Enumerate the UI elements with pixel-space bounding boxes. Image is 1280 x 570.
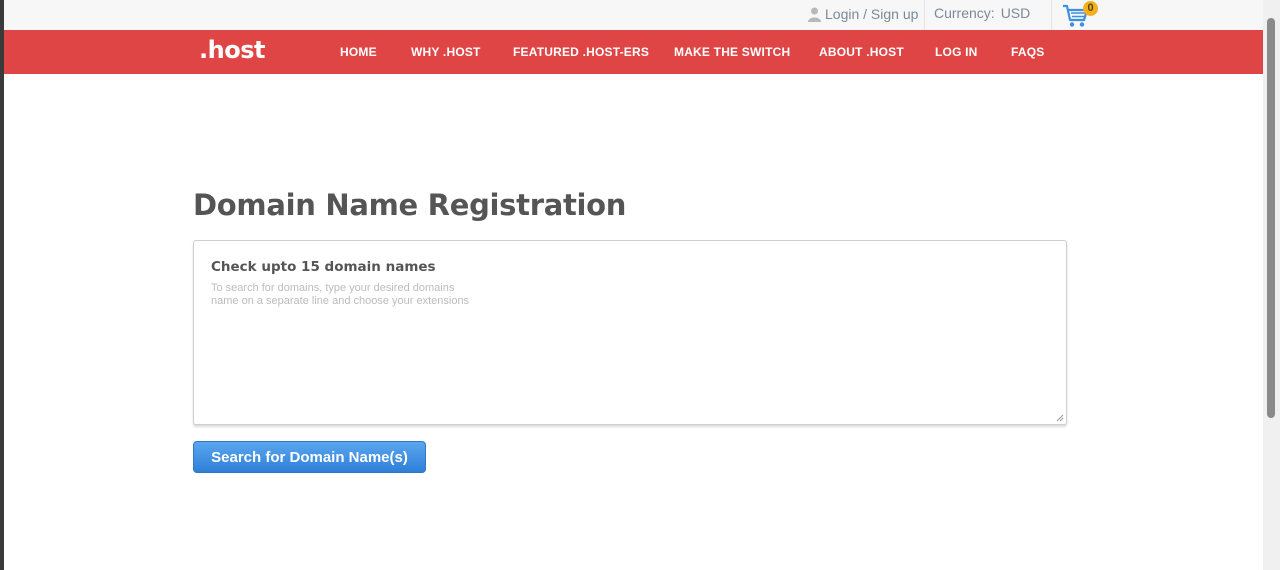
divider: [1051, 0, 1052, 30]
nav-log-in[interactable]: LOG IN: [935, 45, 978, 59]
login-signup-label: Login / Sign up: [825, 6, 919, 22]
user-icon: [808, 7, 821, 22]
currency-value: USD: [1000, 5, 1031, 21]
nav-faqs[interactable]: FAQS: [1011, 45, 1044, 59]
resize-handle-icon[interactable]: [1056, 414, 1064, 422]
cart-count-badge: 0: [1083, 1, 1098, 16]
nav-home[interactable]: HOME: [340, 45, 377, 59]
nav-make-the-switch[interactable]: MAKE THE SWITCH: [674, 45, 790, 59]
top-utility-bar: Login / Sign up Currency: USD 0: [4, 0, 1263, 30]
login-signup-link[interactable]: Login / Sign up: [808, 5, 918, 23]
search-domains-button[interactable]: Search for Domain Name(s): [193, 441, 426, 473]
domain-names-textarea[interactable]: Check upto 15 domain names To search for…: [193, 240, 1067, 425]
nav-about-host[interactable]: ABOUT .HOST: [819, 45, 904, 59]
cart-button[interactable]: 0: [1062, 1, 1102, 29]
brand-logo[interactable]: .host: [199, 36, 265, 64]
textarea-heading: Check upto 15 domain names: [211, 259, 436, 275]
divider: [924, 0, 925, 30]
textarea-placeholder: To search for domains, type your desired…: [211, 282, 470, 307]
scrollbar-thumb[interactable]: [1267, 18, 1275, 418]
nav-why-host[interactable]: WHY .HOST: [411, 45, 481, 59]
vertical-scrollbar[interactable]: [1263, 0, 1280, 570]
currency-label: Currency:: [934, 5, 995, 21]
currency-selector[interactable]: Currency: USD: [934, 5, 1030, 21]
page: Login / Sign up Currency: USD 0 .host HO…: [4, 0, 1263, 570]
page-title: Domain Name Registration: [193, 188, 627, 222]
nav-featured-hosters[interactable]: FEATURED .HOST-ERS: [513, 45, 649, 59]
main-navigation: .host HOME WHY .HOST FEATURED .HOST-ERS …: [4, 30, 1263, 74]
